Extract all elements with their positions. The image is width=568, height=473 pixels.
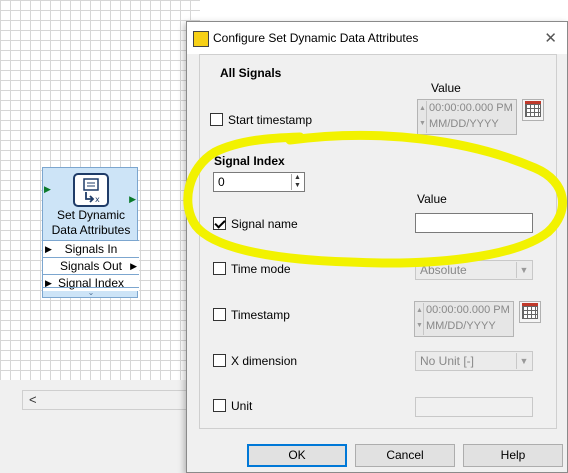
cancel-button[interactable]: Cancel [355, 444, 455, 467]
calendar-icon[interactable] [519, 301, 541, 323]
terminal-signals-out[interactable]: Signals Out ▶ [43, 257, 139, 274]
unit-input[interactable] [415, 397, 533, 417]
configure-dialog: Configure Set Dynamic Data Attributes ✕ … [186, 21, 568, 473]
signal-value-label: Value [417, 192, 447, 206]
chevron-down-icon: ▼ [516, 353, 531, 369]
scroll-left-arrow[interactable]: < [29, 392, 37, 407]
unit-label: Unit [231, 399, 253, 413]
x-dimension-select[interactable]: No Unit [-] ▼ [415, 351, 533, 371]
chevron-down-icon: ▼ [516, 262, 531, 278]
expand-chevron-icon[interactable]: ⌄ [43, 287, 139, 297]
express-vi-icon: x [73, 173, 109, 207]
set-dynamic-data-attributes-node[interactable]: ▶ ▶ x Set Dynamic Data Attributes ▶ Signa… [42, 167, 139, 298]
increment-decrement-arrows-icon[interactable]: ▲ ▼ [291, 174, 303, 190]
terminal-signals-in[interactable]: ▶ Signals In [43, 240, 139, 257]
labview-app-icon [193, 31, 209, 47]
start-timestamp-label: Start timestamp [228, 113, 313, 127]
timestamp-checkbox[interactable] [213, 308, 226, 321]
input-terminal-marker: ▶ [44, 184, 51, 194]
start-timestamp-value-label: Value [431, 81, 461, 95]
x-dimension-label: X dimension [231, 354, 298, 368]
unit-checkbox[interactable] [213, 399, 226, 412]
settings-group: All Signals Value Start timestamp ▲ ▼ 00:… [199, 54, 557, 429]
horizontal-scrollbar[interactable]: < [22, 390, 202, 410]
close-icon[interactable]: ✕ [544, 29, 557, 47]
time-mode-label: Time mode [231, 262, 291, 276]
signal-name-input[interactable] [415, 213, 533, 233]
timestamp-label: Timestamp [231, 308, 290, 322]
ok-button[interactable]: OK [247, 444, 347, 467]
time-mode-checkbox[interactable] [213, 262, 226, 275]
timestamp-field: ▲ ▼ 00:00:00.000 PM MM/DD/YYYY [414, 301, 514, 337]
all-signals-heading: All Signals [220, 66, 282, 80]
output-terminal-marker: ▶ [129, 194, 136, 204]
dialog-title: Configure Set Dynamic Data Attributes [213, 31, 419, 45]
signal-name-checkbox[interactable] [213, 217, 226, 230]
help-button[interactable]: Help [463, 444, 563, 467]
start-timestamp-checkbox[interactable] [210, 113, 223, 126]
x-dimension-checkbox[interactable] [213, 354, 226, 367]
start-timestamp-field: ▲ ▼ 00:00:00.000 PM MM/DD/YYYY [417, 99, 517, 135]
node-title: Set Dynamic Data Attributes [51, 208, 131, 237]
calendar-icon[interactable] [522, 99, 544, 121]
signal-name-label: Signal name [231, 217, 298, 231]
time-mode-select[interactable]: Absolute ▼ [415, 260, 533, 280]
signal-index-heading: Signal Index [214, 154, 285, 168]
signal-index-input[interactable]: 0 ▲ ▼ [213, 172, 305, 192]
dialog-titlebar[interactable]: Configure Set Dynamic Data Attributes ✕ [187, 22, 567, 54]
svg-text:x: x [95, 195, 100, 204]
